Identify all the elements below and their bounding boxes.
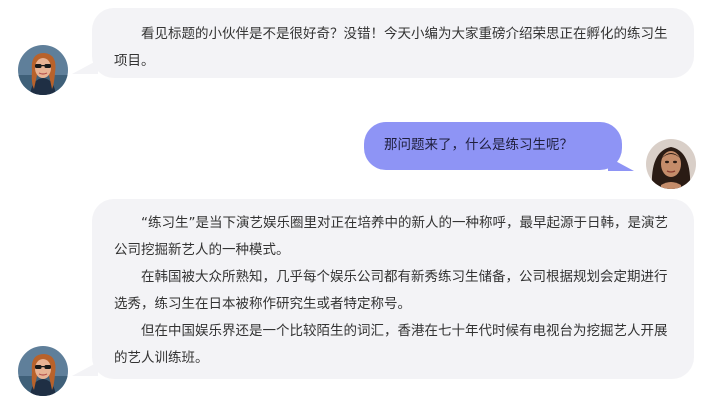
message-text: 看见标题的小伙伴是不是很好奇？没错！今天小编为大家重磅介绍荣思正在孵化的练习生项… — [114, 26, 668, 69]
message-paragraph-3: 但在中国娱乐界还是一个比较陌生的词汇，香港在七十年代时候有电视台为挖掘艺人开展的… — [114, 323, 668, 366]
message-paragraph-2: 在韩国被大众所熟知，几乎每个娱乐公司都有新秀练习生储备，公司根据规划会定期进行选… — [114, 269, 668, 312]
avatar-sender-1[interactable] — [18, 45, 68, 95]
woman-portrait-avatar-icon — [646, 139, 696, 189]
woman-sunglasses-avatar-icon — [18, 45, 68, 95]
message-bubble-1: 看见标题的小伙伴是不是很好奇？没错！今天小编为大家重磅介绍荣思正在孵化的练习生项… — [92, 8, 694, 78]
woman-sunglasses-avatar-icon — [18, 346, 68, 396]
avatar-sender-2[interactable] — [646, 139, 696, 189]
avatar-sender-3[interactable] — [18, 346, 68, 396]
message-paragraph-1: “练习生”是当下演艺娱乐圈里对正在培养中的新人的一种称呼，最早起源于日韩，是演艺… — [114, 215, 668, 258]
message-text: 那问题来了，什么是练习生呢？ — [384, 137, 573, 153]
message-bubble-2: 那问题来了，什么是练习生呢？ — [364, 122, 622, 170]
bubble-tail — [608, 157, 634, 171]
message-bubble-3: “练习生”是当下演艺娱乐圈里对正在培养中的新人的一种称呼，最早起源于日韩，是演艺… — [92, 199, 694, 379]
